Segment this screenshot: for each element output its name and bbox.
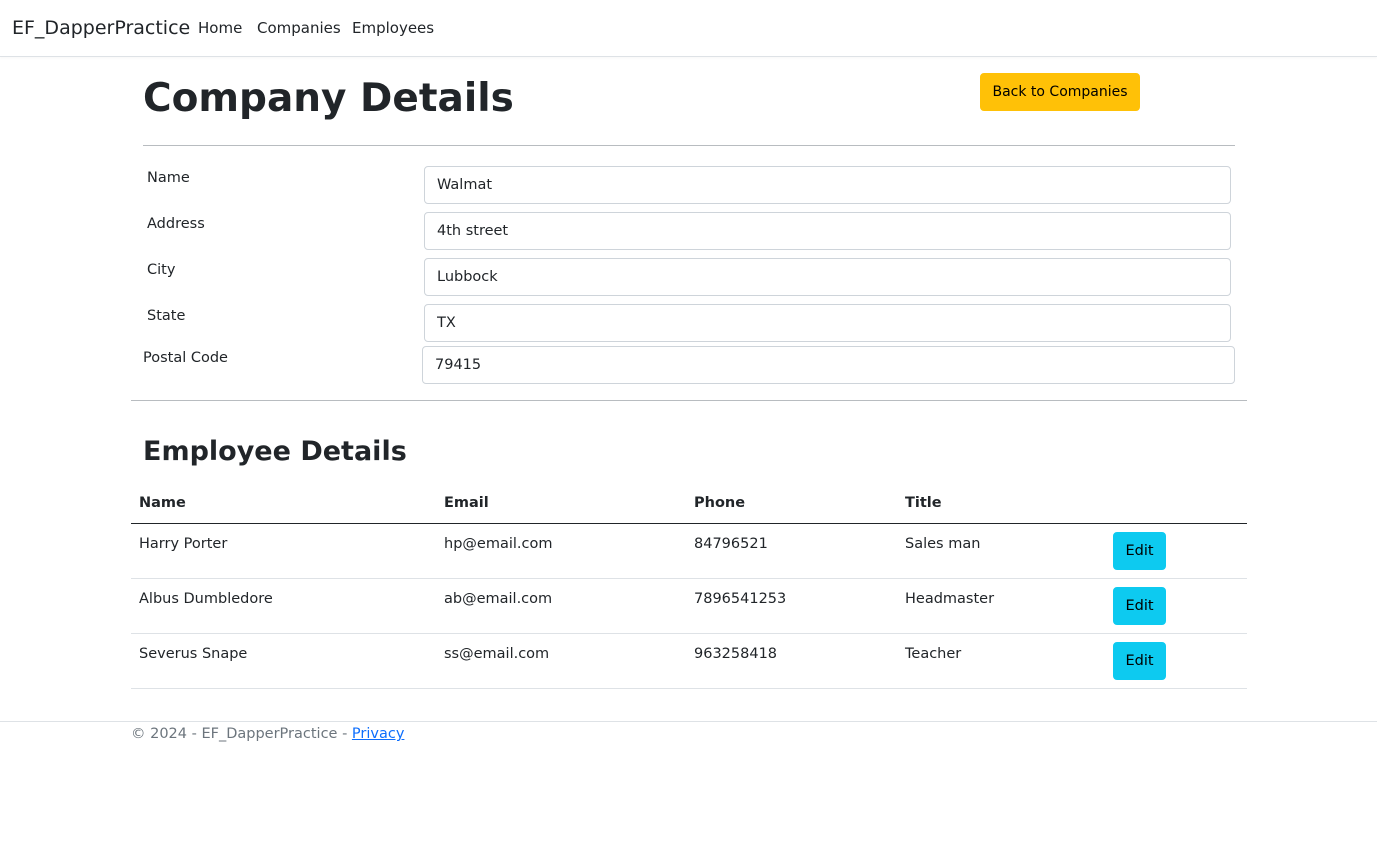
column-header-title: Title <box>905 495 942 511</box>
nav-link-home[interactable]: Home <box>198 19 242 37</box>
employee-phone: 963258418 <box>694 646 778 662</box>
employee-section-title: Employee Details <box>143 436 407 467</box>
navbar: EF_DapperPractice Home Companies Employe… <box>0 0 1377 57</box>
postal-code-label: Postal Code <box>143 350 228 366</box>
employee-email: ss@email.com <box>444 646 550 662</box>
edit-button[interactable]: Edit <box>1113 532 1166 570</box>
divider <box>143 145 1235 146</box>
employee-title: Teacher <box>905 646 962 662</box>
city-label: City <box>147 262 176 278</box>
column-header-phone: Phone <box>694 495 746 511</box>
row-divider <box>131 578 1247 579</box>
state-field[interactable] <box>424 304 1231 342</box>
brand-link[interactable]: EF_DapperPractice <box>12 17 190 39</box>
footer: © 2024 - EF_DapperPractice - Privacy <box>131 726 404 742</box>
privacy-link[interactable]: Privacy <box>352 726 405 742</box>
employee-name: Albus Dumbledore <box>139 591 273 607</box>
postal-code-field[interactable] <box>422 346 1235 384</box>
page-title: Company Details <box>143 76 514 121</box>
employee-email: hp@email.com <box>444 536 553 552</box>
divider <box>131 400 1247 401</box>
employee-phone: 84796521 <box>694 536 768 552</box>
row-divider <box>131 633 1247 634</box>
column-header-email: Email <box>444 495 489 511</box>
row-divider <box>131 688 1247 689</box>
employee-title: Sales man <box>905 536 981 552</box>
employee-title: Headmaster <box>905 591 995 607</box>
footer-copyright: © 2024 - EF_DapperPractice - <box>131 726 352 742</box>
nav-link-employees[interactable]: Employees <box>352 19 434 37</box>
name-label: Name <box>147 170 190 186</box>
address-field[interactable] <box>424 212 1231 250</box>
nav-link-companies[interactable]: Companies <box>257 19 341 37</box>
employee-name: Severus Snape <box>139 646 248 662</box>
back-to-companies-button[interactable]: Back to Companies <box>980 73 1140 111</box>
city-field[interactable] <box>424 258 1231 296</box>
state-label: State <box>147 308 186 324</box>
edit-button[interactable]: Edit <box>1113 642 1166 680</box>
edit-button[interactable]: Edit <box>1113 587 1166 625</box>
table-header-border <box>131 523 1247 524</box>
employee-phone: 7896541253 <box>694 591 787 607</box>
address-label: Address <box>147 216 205 232</box>
column-header-name: Name <box>139 495 186 511</box>
footer-divider <box>0 721 1377 722</box>
employee-name: Harry Porter <box>139 536 228 552</box>
name-field[interactable] <box>424 166 1231 204</box>
employee-email: ab@email.com <box>444 591 553 607</box>
